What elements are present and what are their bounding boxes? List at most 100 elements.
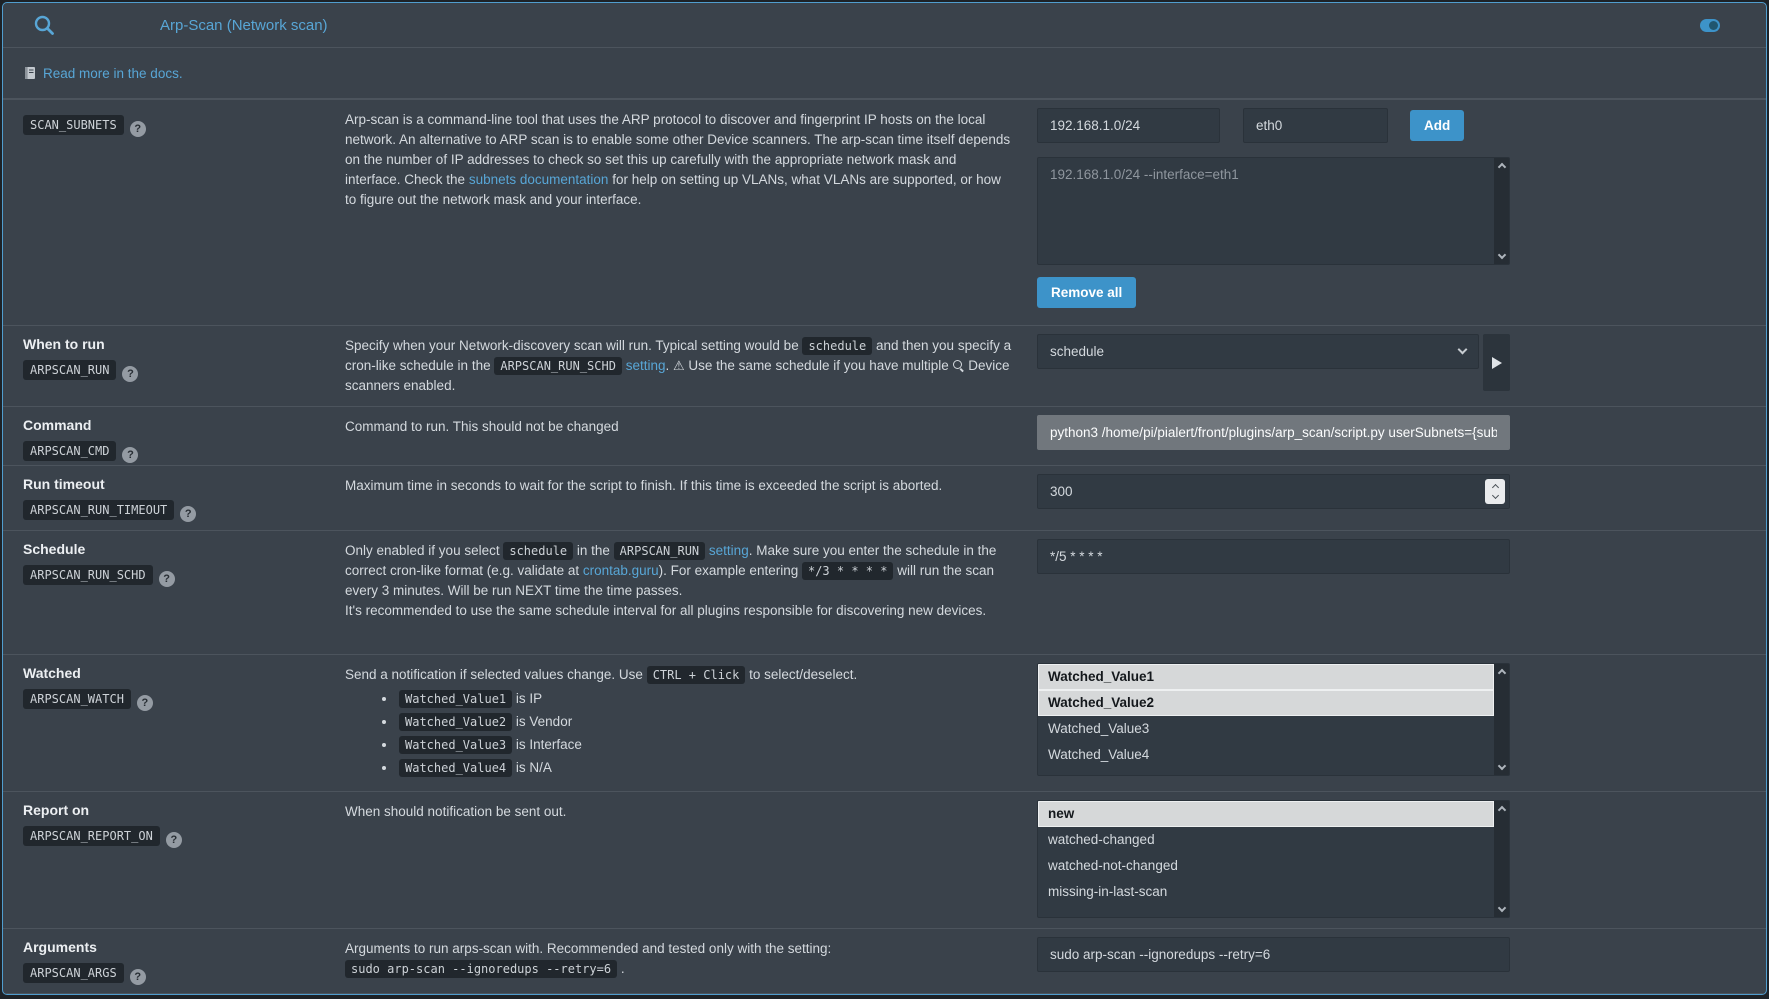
setting-title: Command — [23, 417, 345, 433]
inline-link[interactable]: subnets documentation — [469, 172, 609, 187]
setting-label: SCAN_SUBNETS? — [23, 100, 345, 137]
spinner-up-icon[interactable] — [1491, 484, 1498, 491]
option-Watched_Value1[interactable]: Watched_Value1 — [1038, 664, 1494, 690]
option-Watched_Value3[interactable]: Watched_Value3 — [1038, 716, 1494, 742]
subnets-list-items: 192.168.1.0/24 --interface=eth1 — [1038, 158, 1494, 264]
help-icon[interactable]: ? — [130, 121, 146, 137]
setting-description: Send a notification if selected values c… — [345, 655, 1037, 791]
run-select-value: schedule — [1050, 344, 1104, 359]
setting-description: Only enabled if you select schedule in t… — [345, 531, 1037, 631]
option-Watched_Value2[interactable]: Watched_Value2 — [1038, 690, 1494, 716]
setting-row-scan-subnets: SCAN_SUBNETS? Arp-scan is a command-line… — [3, 99, 1766, 325]
help-icon[interactable]: ? — [166, 832, 182, 848]
option-watched-not-changed[interactable]: watched-not-changed — [1038, 853, 1494, 879]
scroll-up-icon[interactable] — [1497, 669, 1505, 677]
option-missing-in-last-scan[interactable]: missing-in-last-scan — [1038, 879, 1494, 905]
scroll-up-icon[interactable] — [1497, 806, 1505, 814]
setting-control — [1037, 531, 1510, 584]
setting-control — [1037, 466, 1510, 519]
setting-title: Run timeout — [23, 476, 345, 492]
inline-code: sudo arp-scan --ignoredups --retry=6 — [345, 960, 617, 978]
setting-description: Specify when your Network-discovery scan… — [345, 326, 1037, 406]
play-icon — [1492, 357, 1502, 369]
add-button[interactable]: Add — [1410, 110, 1464, 141]
subnet-input[interactable] — [1037, 108, 1220, 143]
inline-code: Watched_Value1 — [399, 690, 512, 708]
read-docs-link[interactable]: Read more in the docs. — [43, 66, 183, 81]
setting-row-report-on: Report on ARPSCAN_REPORT_ON? When should… — [3, 791, 1766, 928]
option-watched-changed[interactable]: watched-changed — [1038, 827, 1494, 853]
setting-row-when-to-run: When to run ARPSCAN_RUN? Specify when yo… — [3, 325, 1766, 406]
setting-description: Arguments to run arps-scan with. Recomme… — [345, 929, 1037, 989]
setting-label: Schedule ARPSCAN_RUN_SCHD? — [23, 531, 345, 587]
setting-control: Watched_Value1Watched_Value2Watched_Valu… — [1037, 655, 1510, 786]
number-spinner[interactable] — [1485, 479, 1505, 504]
subnet-input-row: Add — [1037, 108, 1510, 143]
run-select[interactable]: schedule — [1037, 334, 1479, 369]
inline-code: ARPSCAN_RUN_SCHD — [494, 357, 622, 375]
arguments-input[interactable] — [1037, 937, 1510, 972]
setting-row-arguments: Arguments ARPSCAN_ARGS? Arguments to run… — [3, 928, 1766, 993]
watched-value-bullet: Watched_Value1 is IP — [397, 689, 1013, 709]
panel-header: Arp-Scan (Network scan) — [3, 3, 1766, 48]
setting-title: When to run — [23, 336, 345, 352]
setting-control — [1037, 929, 1510, 982]
inline-code: ARPSCAN_RUN — [614, 542, 705, 560]
panel-collapse-toggle[interactable] — [1700, 19, 1720, 32]
scrollbar[interactable] — [1494, 801, 1509, 917]
setting-row-command: Command ARPSCAN_CMD? Command to run. Thi… — [3, 406, 1766, 465]
watched-values-list: Watched_Value1 is IPWatched_Value2 is Ve… — [345, 689, 1013, 778]
setting-label: Command ARPSCAN_CMD? — [23, 407, 345, 463]
timeout-input-wrap — [1037, 474, 1510, 509]
run-select-row: schedule — [1037, 334, 1510, 391]
inline-code: */3 * * * * — [802, 562, 893, 580]
interface-input[interactable] — [1243, 108, 1388, 143]
setting-key-badge: ARPSCAN_ARGS — [23, 963, 124, 983]
watched-value-bullet: Watched_Value3 is Interface — [397, 735, 1013, 755]
schedule-input[interactable] — [1037, 539, 1510, 574]
setting-row-run-timeout: Run timeout ARPSCAN_RUN_TIMEOUT? Maximum… — [3, 465, 1766, 530]
inline-link[interactable]: setting — [626, 358, 666, 373]
setting-row-watched: Watched ARPSCAN_WATCH? Send a notificati… — [3, 654, 1766, 791]
remove-all-button[interactable]: Remove all — [1037, 277, 1136, 308]
warning-icon: ⚠ — [673, 358, 685, 373]
setting-control: newwatched-changedwatched-not-changedmis… — [1037, 792, 1510, 928]
inline-link[interactable]: crontab.guru — [583, 563, 659, 578]
setting-key-badge: ARPSCAN_CMD — [23, 441, 116, 461]
help-icon[interactable]: ? — [130, 969, 146, 985]
option-new[interactable]: new — [1038, 801, 1494, 827]
setting-label: When to run ARPSCAN_RUN? — [23, 326, 345, 382]
subnets-listbox: 192.168.1.0/24 --interface=eth1 — [1037, 157, 1510, 265]
inline-code: CTRL + Click — [647, 666, 746, 684]
inline-code: schedule — [503, 542, 573, 560]
help-icon[interactable]: ? — [159, 571, 175, 587]
setting-label: Watched ARPSCAN_WATCH? — [23, 655, 345, 711]
help-icon[interactable]: ? — [137, 695, 153, 711]
setting-label: Run timeout ARPSCAN_RUN_TIMEOUT? — [23, 466, 345, 522]
scroll-up-icon[interactable] — [1497, 163, 1505, 171]
inline-link[interactable]: setting — [709, 543, 749, 558]
help-icon[interactable]: ? — [122, 366, 138, 382]
setting-key-badge: ARPSCAN_RUN — [23, 360, 116, 380]
scrollbar[interactable] — [1494, 664, 1509, 775]
help-icon[interactable]: ? — [180, 506, 196, 522]
scrollbar[interactable] — [1494, 158, 1509, 264]
help-icon[interactable]: ? — [122, 447, 138, 463]
setting-control — [1037, 407, 1510, 460]
scroll-down-icon[interactable] — [1497, 904, 1505, 912]
option-Watched_Value4[interactable]: Watched_Value4 — [1038, 742, 1494, 768]
chevron-down-icon — [1458, 345, 1468, 355]
setting-title: Schedule — [23, 541, 345, 557]
timeout-input[interactable] — [1037, 474, 1510, 509]
run-now-button[interactable] — [1483, 334, 1510, 391]
watched-multiselect: Watched_Value1Watched_Value2Watched_Valu… — [1037, 663, 1510, 776]
spinner-down-icon[interactable] — [1491, 492, 1498, 499]
search-icon[interactable] — [33, 14, 55, 36]
book-icon — [23, 66, 37, 80]
scroll-down-icon[interactable] — [1497, 762, 1505, 770]
inline-code: Watched_Value2 — [399, 713, 512, 731]
scroll-down-icon[interactable] — [1497, 251, 1505, 259]
subnet-list-item[interactable]: 192.168.1.0/24 --interface=eth1 — [1038, 158, 1494, 191]
watched-desc-text: Send a notification if selected values c… — [345, 667, 857, 682]
setting-label: Arguments ARPSCAN_ARGS? — [23, 929, 345, 985]
